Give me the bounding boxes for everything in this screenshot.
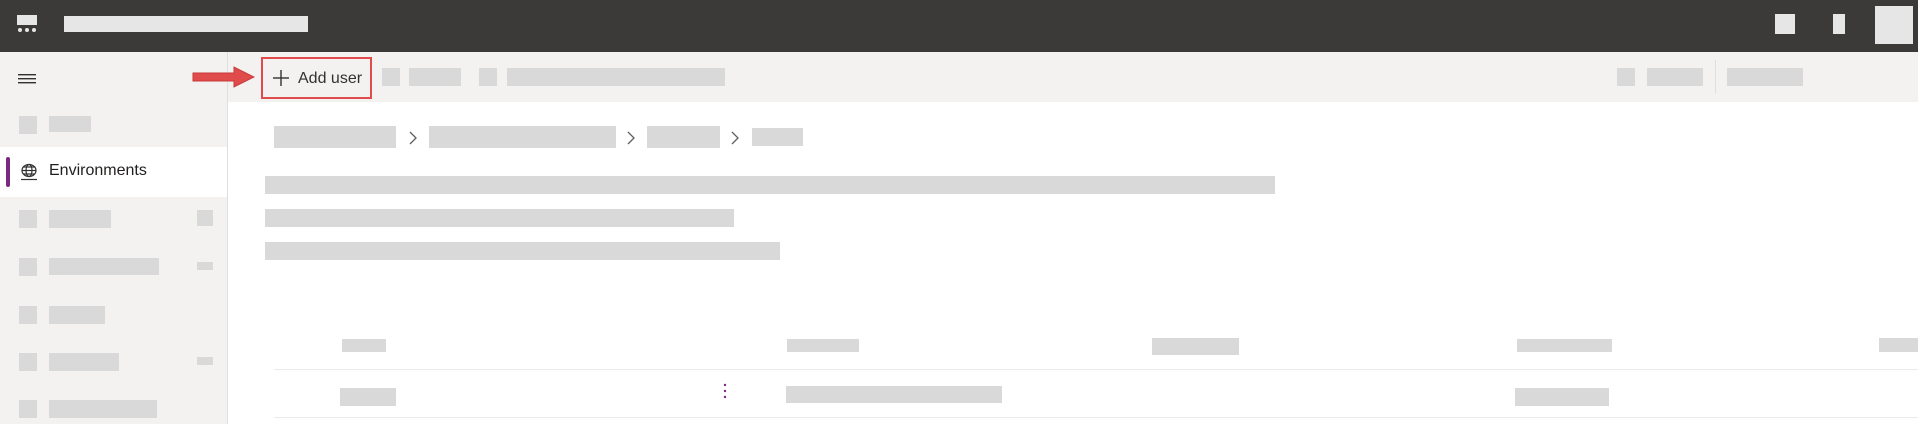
header-action-placeholder[interactable] [1833, 14, 1845, 34]
toolbar-icon-placeholder[interactable] [1617, 68, 1635, 86]
toolbar-label-placeholder[interactable] [1727, 68, 1803, 86]
column-header-placeholder[interactable] [1879, 338, 1918, 352]
toolbar-icon-placeholder[interactable] [479, 68, 497, 86]
cell-placeholder [786, 386, 1002, 403]
sidebar-item-placeholder[interactable] [19, 258, 37, 276]
breadcrumb-item-placeholder[interactable] [429, 126, 616, 148]
more-options-icon[interactable] [723, 381, 727, 401]
command-bar: Add user [192, 52, 1918, 102]
chevron-right-icon [627, 131, 635, 145]
cell-placeholder [1515, 388, 1609, 406]
table-divider [274, 417, 1918, 418]
sidebar-item-placeholder[interactable] [19, 210, 37, 228]
chevron-placeholder[interactable] [197, 210, 213, 226]
globe-icon [19, 162, 39, 182]
breadcrumb-item-placeholder [752, 128, 803, 146]
sidebar-item-placeholder[interactable] [49, 210, 111, 228]
avatar-placeholder[interactable] [1875, 6, 1913, 44]
sidebar-item-label: Environments [49, 162, 147, 179]
top-bar [0, 0, 1918, 52]
sidebar-item-placeholder[interactable] [49, 258, 159, 275]
app-title-placeholder [64, 16, 308, 32]
chevron-placeholder[interactable] [197, 262, 213, 270]
column-header-placeholder[interactable] [1152, 338, 1239, 355]
column-header-placeholder[interactable] [787, 339, 859, 352]
column-header-placeholder[interactable] [1517, 339, 1612, 352]
header-action-placeholder[interactable] [1775, 14, 1795, 34]
app-launcher-icon[interactable] [16, 14, 38, 34]
description-line-placeholder [265, 242, 780, 260]
chevron-right-icon [731, 131, 739, 145]
sidebar-item-placeholder[interactable] [49, 400, 157, 418]
sidebar: Environments [0, 52, 228, 424]
main-content: Add user [192, 52, 1918, 424]
hamburger-icon[interactable] [18, 72, 36, 84]
sidebar-item-placeholder[interactable] [49, 353, 119, 371]
sidebar-item-placeholder[interactable] [19, 116, 37, 134]
chevron-placeholder[interactable] [197, 357, 213, 365]
plus-icon [273, 70, 289, 86]
breadcrumb-item-placeholder[interactable] [647, 126, 720, 148]
sidebar-item-placeholder[interactable] [49, 306, 105, 324]
active-indicator [6, 157, 10, 187]
toolbar-label-placeholder[interactable] [409, 68, 461, 86]
description-line-placeholder [265, 209, 734, 227]
cell-placeholder [340, 388, 396, 406]
toolbar-icon-placeholder[interactable] [382, 68, 400, 86]
sidebar-item-placeholder[interactable] [19, 353, 37, 371]
description-line-placeholder [265, 176, 1275, 194]
add-user-label: Add user [298, 70, 363, 87]
table-divider [274, 369, 1918, 370]
toolbar-label-placeholder[interactable] [1647, 68, 1703, 86]
sidebar-item-placeholder[interactable] [19, 400, 37, 418]
add-user-button[interactable]: Add user [192, 57, 372, 99]
sidebar-item-placeholder[interactable] [49, 116, 91, 132]
toolbar-label-placeholder[interactable] [507, 68, 725, 86]
sidebar-item-placeholder[interactable] [19, 306, 37, 324]
sidebar-item-environments[interactable]: Environments [0, 147, 227, 197]
toolbar-divider [1715, 60, 1716, 94]
callout-arrow-icon [192, 66, 256, 88]
breadcrumb-item-placeholder[interactable] [274, 126, 396, 148]
column-header-placeholder[interactable] [342, 339, 386, 352]
chevron-right-icon [409, 131, 417, 145]
